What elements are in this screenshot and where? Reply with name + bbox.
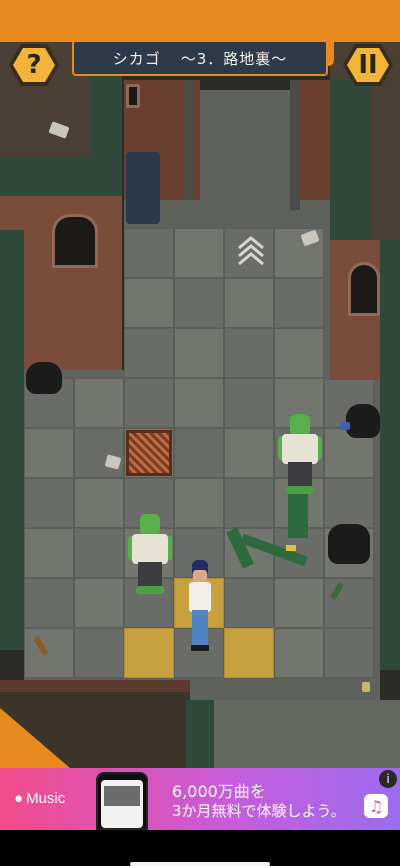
floor-tile[interactable] (124, 278, 174, 328)
floor-tile[interactable] (24, 428, 74, 478)
floor-tile[interactable] (74, 378, 124, 428)
can (362, 682, 370, 692)
player-face (193, 570, 207, 582)
dumpster[interactable] (126, 152, 160, 224)
sewer-grate[interactable] (126, 430, 172, 476)
stage-city: シカゴ (112, 49, 161, 68)
center-window (126, 84, 140, 108)
trash-bag (26, 362, 62, 394)
trash-bag (328, 524, 370, 564)
drain-pipe (183, 80, 193, 200)
floor-tile[interactable] (224, 328, 274, 378)
floor-tile[interactable] (74, 478, 124, 528)
zombie-shirt (282, 434, 318, 464)
ad-banner[interactable]: ● Music 6,000万曲を 3か月無料で体験しよう。 i ♫ (0, 768, 400, 830)
exit-chevron-icon[interactable] (237, 234, 265, 268)
bottom-safe-area (0, 830, 400, 866)
ad-subline: 3か月無料で体験しよう。 (172, 802, 346, 820)
floor-tile[interactable] (24, 628, 74, 678)
lower-green-wall (186, 700, 214, 768)
floor-tile[interactable] (274, 578, 324, 628)
player-character[interactable] (186, 560, 214, 652)
music-note-icon: ♫ (364, 794, 388, 818)
top-left-green-ledge (0, 158, 122, 198)
sign-yellow-marker (286, 545, 296, 551)
floor-tile[interactable] (124, 228, 174, 278)
highlighted-move-tile[interactable] (124, 628, 174, 678)
barrel[interactable] (178, 402, 222, 456)
ad-phone-screen (101, 780, 143, 828)
ad-phone-image (96, 772, 148, 830)
player-legs (192, 610, 208, 646)
ad-brand: ● Music (14, 790, 65, 807)
zombie-legs (138, 562, 162, 588)
floor-tile[interactable] (174, 228, 224, 278)
help-button[interactable]: ? (8, 42, 60, 88)
floor-tile[interactable] (124, 328, 174, 378)
zombie-feet (286, 486, 314, 494)
top-right-green-wall (330, 80, 370, 240)
floor-tile[interactable] (274, 278, 324, 328)
right-window (348, 262, 380, 316)
zombie[interactable] (278, 414, 322, 494)
floor-tile[interactable] (174, 278, 224, 328)
floor-tile[interactable] (24, 578, 74, 628)
floor-tile[interactable] (174, 328, 224, 378)
game-board[interactable]: ? シカゴ 〜3．路地裏〜 II (0, 0, 400, 768)
floor-tile[interactable] (24, 528, 74, 578)
lower-right-floor (214, 700, 400, 768)
top-right-brick-wall (300, 80, 330, 200)
can (340, 422, 350, 430)
floor-tile[interactable] (74, 578, 124, 628)
zombie-head (290, 414, 310, 436)
floor-tile[interactable] (224, 378, 274, 428)
album-art (104, 786, 140, 806)
fallen-sign-pole (288, 492, 308, 538)
floor-tile[interactable] (74, 428, 124, 478)
trash-bag (346, 404, 380, 438)
question-mark-icon: ? (26, 50, 42, 80)
pause-button[interactable]: II (342, 42, 394, 88)
zombie-legs (288, 462, 312, 488)
left-edge-wall (0, 230, 24, 650)
floor-tile[interactable] (224, 578, 274, 628)
orange-corner-shape (0, 708, 70, 768)
floor-tile[interactable] (324, 578, 374, 628)
stage-title-panel: シカゴ 〜3．路地裏〜 (72, 40, 328, 76)
lower-wall-top (0, 680, 190, 692)
barrel[interactable] (178, 502, 222, 556)
floor-tile[interactable] (24, 478, 74, 528)
stage-name: 〜3．路地裏〜 (180, 49, 288, 68)
zombie-feet (136, 586, 164, 594)
floor-tile[interactable] (74, 628, 124, 678)
floor-tile[interactable] (274, 328, 324, 378)
ad-headline: 6,000万曲を (172, 782, 266, 801)
highlighted-move-tile[interactable] (224, 628, 274, 678)
player-shirt (189, 582, 211, 612)
zombie-head (140, 514, 160, 536)
floor-tile[interactable] (274, 628, 324, 678)
right-edge-wall (380, 240, 400, 670)
left-window (52, 214, 98, 268)
pause-icon: II (358, 50, 378, 80)
zombie[interactable] (128, 514, 172, 594)
floor-tile[interactable] (224, 478, 274, 528)
floor-tile[interactable] (224, 278, 274, 328)
floor-tile[interactable] (324, 478, 374, 528)
ad-brand-text: Music (26, 790, 66, 807)
top-hud-bar (0, 0, 400, 42)
floor-tile[interactable] (74, 528, 124, 578)
floor-tile[interactable] (324, 628, 374, 678)
zombie-shirt (132, 534, 168, 564)
home-indicator[interactable] (130, 862, 270, 866)
player-shoes (191, 645, 209, 651)
drain-pipe (290, 80, 300, 210)
ad-info-icon[interactable]: i (379, 770, 397, 788)
apple-logo-icon: ● (14, 790, 24, 807)
floor-tile[interactable] (224, 428, 274, 478)
barrel[interactable] (178, 452, 222, 506)
floor-tile[interactable] (124, 378, 174, 428)
